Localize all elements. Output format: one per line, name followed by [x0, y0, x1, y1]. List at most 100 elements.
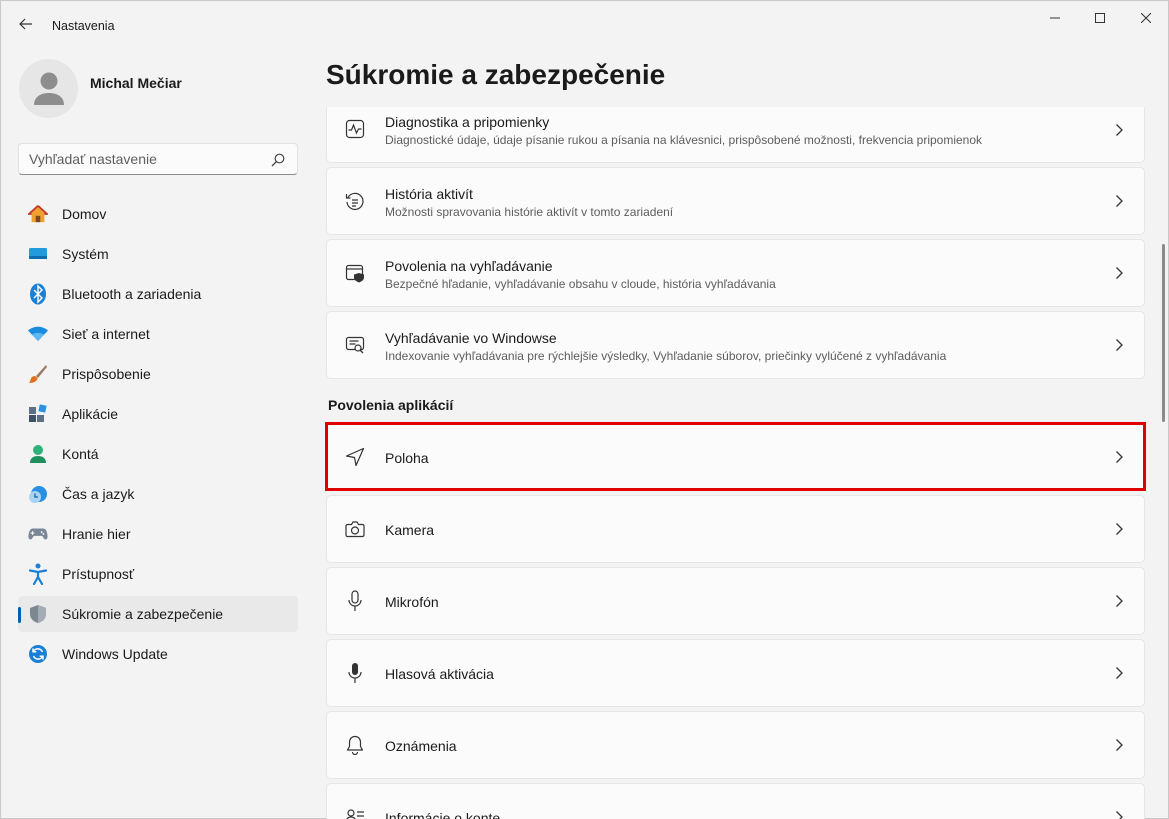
sidebar-item-label: Windows Update: [62, 646, 168, 662]
page-title: Súkromie a zabezpečenie: [326, 59, 666, 90]
user-name: Michal Mečiar: [90, 75, 182, 91]
windows-search-icon: [345, 335, 365, 355]
profile-picture[interactable]: [19, 59, 78, 118]
row-title: Poloha: [385, 450, 429, 466]
sidebar-item-label: Čas a jazyk: [62, 486, 135, 502]
minimize-icon: [1050, 17, 1060, 19]
maximize-icon: [1095, 13, 1105, 23]
sidebar-item-personalization[interactable]: Prispôsobenie: [18, 356, 298, 392]
sidebar-item-accessibility[interactable]: Prístupnosť: [18, 556, 298, 592]
row-title: Mikrofón: [385, 594, 439, 610]
account-info-icon: [345, 807, 365, 819]
chevron-right-icon: [1116, 451, 1123, 463]
location-icon: [345, 447, 365, 467]
sidebar-item-label: Aplikácie: [62, 406, 119, 422]
wifi-icon: [28, 324, 48, 344]
sidebar-item-bluetooth[interactable]: Bluetooth a zariadenia: [18, 276, 298, 312]
bluetooth-icon: [28, 283, 48, 305]
sidebar-item-time-language[interactable]: Čas a jazyk: [18, 476, 298, 512]
diagnostics-icon: [345, 119, 365, 139]
search-box[interactable]: [18, 143, 298, 175]
row-title: História aktivít: [385, 186, 473, 202]
scrollbar-thumb[interactable]: [1162, 244, 1165, 422]
sidebar-item-system[interactable]: Systém: [18, 236, 298, 272]
chevron-right-icon: [1116, 124, 1123, 136]
chevron-right-icon: [1116, 523, 1123, 535]
chevron-right-icon: [1116, 739, 1123, 751]
apps-icon: [28, 404, 48, 424]
chevron-right-icon: [1116, 339, 1123, 351]
row-title: Oznámenia: [385, 738, 457, 754]
sidebar-item-privacy-security[interactable]: Súkromie a zabezpečenie: [18, 596, 298, 632]
sidebar-item-label: Hranie hier: [62, 526, 131, 542]
setting-row-activity-history[interactable]: História aktivít Možnosti spravovania hi…: [326, 167, 1145, 235]
sidebar-item-label: Súkromie a zabezpečenie: [62, 606, 224, 622]
chevron-right-icon: [1116, 811, 1123, 819]
chevron-right-icon: [1116, 595, 1123, 607]
setting-row-notifications[interactable]: Oznámenia: [326, 711, 1145, 779]
sidebar-item-label: Prispôsobenie: [62, 366, 151, 382]
sidebar-item-label: Sieť a internet: [62, 326, 150, 342]
search-icon[interactable]: [271, 153, 285, 167]
clock-globe-icon: [28, 484, 48, 504]
sidebar-item-apps[interactable]: Aplikácie: [18, 396, 298, 432]
sidebar-item-label: Bluetooth a zariadenia: [62, 286, 202, 302]
close-icon: [1141, 13, 1151, 23]
search-permissions-icon: [345, 263, 365, 283]
sidebar-nav: Domov Systém Bluetooth a zariadenia Sieť…: [18, 196, 298, 676]
app-title: Nastavenia: [52, 19, 115, 33]
row-subtitle: Diagnostické údaje, údaje písanie rukou …: [385, 133, 983, 147]
home-icon: [28, 204, 48, 224]
shield-icon: [28, 604, 48, 624]
section-header-app-permissions: Povolenia aplikácií: [328, 397, 454, 413]
sidebar-item-label: Domov: [62, 206, 107, 222]
sidebar-item-label: Prístupnosť: [62, 566, 135, 582]
brush-icon: [28, 364, 48, 384]
setting-row-voice-activation[interactable]: Hlasová aktivácia: [326, 639, 1145, 707]
sidebar-item-windows-update[interactable]: Windows Update: [18, 636, 298, 672]
chevron-right-icon: [1116, 667, 1123, 679]
minimize-button[interactable]: [1041, 7, 1069, 29]
row-title: Diagnostika a pripomienky: [385, 114, 550, 130]
setting-row-account-info[interactable]: Informácie o konte: [326, 783, 1145, 819]
setting-row-search-permissions[interactable]: Povolenia na vyhľadávanie Bezpečné hľada…: [326, 239, 1145, 307]
setting-row-camera[interactable]: Kamera: [326, 495, 1145, 563]
voice-activation-icon: [345, 663, 365, 683]
row-title: Povolenia na vyhľadávanie: [385, 258, 553, 274]
person-icon: [33, 72, 64, 105]
sidebar-item-gaming[interactable]: Hranie hier: [18, 516, 298, 552]
account-icon: [28, 444, 48, 464]
microphone-icon: [345, 590, 365, 611]
chevron-right-icon: [1116, 195, 1123, 207]
sidebar-item-accounts[interactable]: Kontá: [18, 436, 298, 472]
system-icon: [28, 244, 48, 264]
row-subtitle: Indexovanie vyhľadávania pre rýchlejšie …: [385, 349, 947, 363]
sidebar-item-home[interactable]: Domov: [18, 196, 298, 232]
avatar: [19, 59, 78, 118]
search-input[interactable]: [29, 151, 259, 167]
setting-row-microphone[interactable]: Mikrofón: [326, 567, 1145, 635]
maximize-button[interactable]: [1086, 7, 1114, 29]
setting-row-windows-search[interactable]: Vyhľadávanie vo Windowse Indexovanie vyh…: [326, 311, 1145, 379]
row-title: Kamera: [385, 522, 435, 538]
gamepad-icon: [28, 524, 48, 544]
title-bar: Nastavenia: [1, 1, 1168, 49]
history-icon: [345, 191, 365, 211]
row-subtitle: Možnosti spravovania histórie aktivít v …: [385, 205, 674, 219]
chevron-right-icon: [1116, 267, 1123, 279]
setting-row-location[interactable]: Poloha: [326, 423, 1145, 491]
back-button[interactable]: [13, 11, 39, 37]
close-button[interactable]: [1132, 7, 1160, 29]
row-title: Informácie o konte: [385, 810, 501, 819]
row-title: Vyhľadávanie vo Windowse: [385, 330, 557, 346]
sidebar-item-network[interactable]: Sieť a internet: [18, 316, 298, 352]
sidebar-item-label: Kontá: [62, 446, 99, 462]
update-icon: [28, 644, 48, 664]
row-subtitle: Bezpečné hľadanie, vyhľadávanie obsahu v…: [385, 277, 776, 291]
setting-row-diagnostics[interactable]: Diagnostika a pripomienky Diagnostické ú…: [326, 107, 1145, 163]
row-title: Hlasová aktivácia: [385, 666, 494, 682]
settings-window: Nastavenia Michal Mečiar Vyhľadať nastav…: [0, 0, 1169, 819]
sidebar-item-label: Systém: [62, 246, 109, 262]
bell-icon: [345, 735, 365, 755]
camera-icon: [345, 519, 365, 539]
